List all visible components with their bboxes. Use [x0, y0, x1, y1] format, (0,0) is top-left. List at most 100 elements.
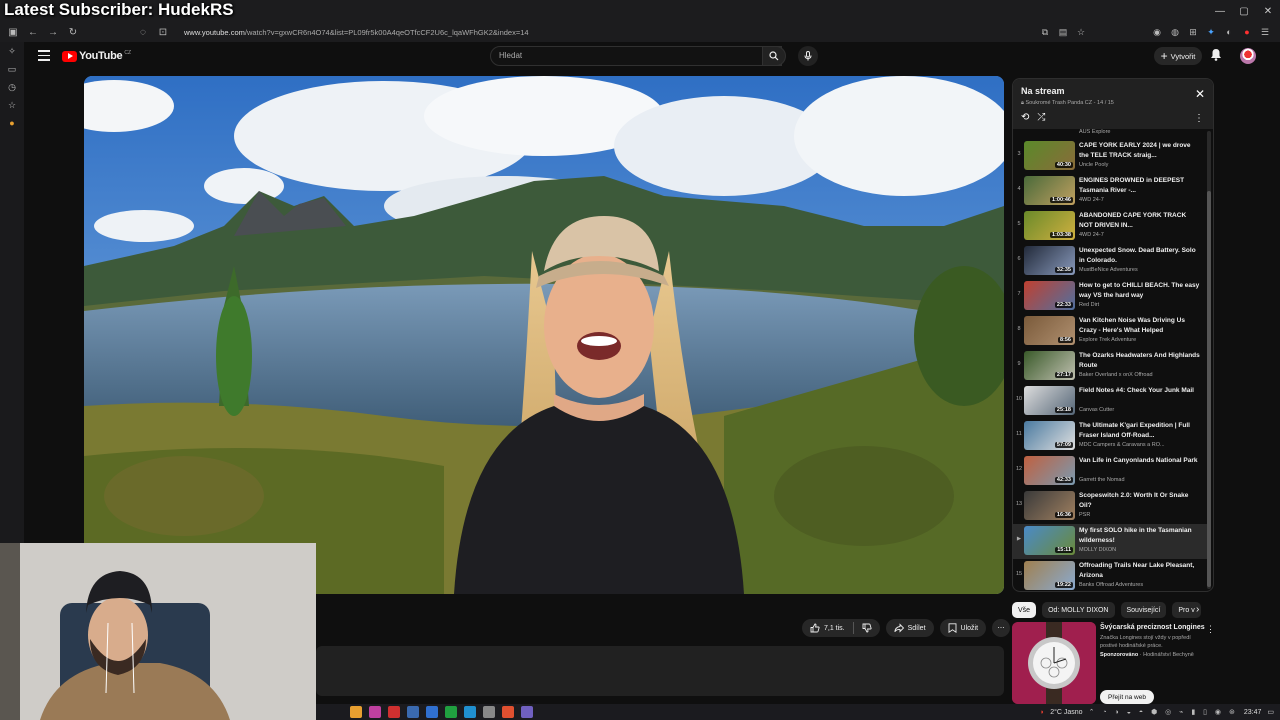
wallet-icon[interactable]: ● — [0, 118, 24, 136]
bookmark-icon[interactable]: ☆ — [1076, 27, 1086, 38]
playlist-item-thumbnail[interactable]: 57:09 — [1024, 421, 1075, 450]
sidebar-toggle-icon[interactable]: ▣ — [6, 27, 20, 38]
playlist-item[interactable]: 4 1:00:46 ENGINES DROWNED in DEEPEST Tasma… — [1013, 174, 1207, 209]
taskbar-app-icon[interactable] — [483, 706, 495, 718]
clock[interactable]: 23:47 — [1244, 709, 1262, 716]
playlist-scrollbar[interactable] — [1207, 131, 1211, 589]
notifications-icon[interactable]: ▭ — [1267, 708, 1274, 716]
forward-icon[interactable]: → — [46, 27, 60, 38]
close-playlist-icon[interactable]: ✕ — [1195, 87, 1205, 101]
playlist-item[interactable]: 6 32:35 Unexpected Snow. Dead Battery. Sol… — [1013, 244, 1207, 279]
maximize-icon[interactable]: ▢ — [1232, 0, 1256, 22]
playlist-item-title[interactable]: Scopeswitch 2.0: Worth It Or Snake Oil? — [1079, 491, 1201, 511]
ad-more-icon[interactable]: ⋮ — [1206, 624, 1215, 635]
playlist-item-title[interactable]: The Ozarks Headwaters And Highlands Rout… — [1079, 351, 1201, 371]
taskbar-app-icon[interactable] — [521, 706, 533, 718]
playlist-item-title[interactable]: ABANDONED CAPE YORK TRACK NOT DRIVEN IN.… — [1079, 211, 1201, 231]
thumbs-down-icon[interactable] — [862, 623, 872, 633]
account-avatar[interactable] — [1240, 48, 1256, 64]
playlist-item-thumbnail[interactable]: 1:00:46 — [1024, 176, 1075, 205]
playlist-item[interactable]: 11 57:09 The Ultimate K'gari Expedition | … — [1013, 419, 1207, 454]
taskbar-app-icon[interactable] — [407, 706, 419, 718]
taskbar-app-icon[interactable] — [445, 706, 457, 718]
playlist-item-thumbnail[interactable]: 1:03:38 — [1024, 211, 1075, 240]
search-input[interactable]: Hledat — [490, 46, 782, 66]
playlist-item[interactable]: 5 1:03:38 ABANDONED CAPE YORK TRACK NOT DR… — [1013, 209, 1207, 244]
save-button[interactable]: Uložit — [939, 619, 987, 637]
taskbar-app-icon[interactable] — [369, 706, 381, 718]
playlist-item[interactable]: 9 27:17 The Ozarks Headwaters And Highland… — [1013, 349, 1207, 384]
playlist-item-title[interactable]: My first SOLO hike in the Tasmanian wild… — [1079, 526, 1201, 546]
bookmarks-icon[interactable]: ▭ — [0, 64, 24, 82]
search-button[interactable] — [762, 46, 786, 66]
extension-icon[interactable]: ● — [1242, 27, 1252, 37]
create-button[interactable]: + Vytvořit — [1154, 47, 1202, 65]
tray-icons[interactable]: ⌃ ◔ ◑ ◒ ◓ ⬢ ◎ ⌁ ▮ ▯ ◉ ⊛ — [1089, 708, 1238, 716]
youtube-logo[interactable]: YouTube CZ — [62, 50, 131, 62]
playlist-item-title[interactable]: Van Kitchen Noise Was Driving Us Crazy -… — [1079, 316, 1201, 336]
notifications-bell-icon[interactable] — [1210, 48, 1222, 66]
loop-icon[interactable]: ⟲ — [1021, 112, 1029, 123]
extension-icon[interactable]: ◐ — [1224, 27, 1234, 37]
playlist-item[interactable]: 12 42:33 Van Life in Canyonlands National … — [1013, 454, 1207, 489]
screenshot-icon[interactable]: ⧉ — [1040, 27, 1050, 38]
playlist-item[interactable]: ▶ 15:11 My first SOLO hike in the Tasmania… — [1013, 524, 1207, 559]
extension-icon[interactable]: ✦ — [1206, 27, 1216, 38]
playlist-item-thumbnail[interactable]: 42:33 — [1024, 456, 1075, 485]
playlist-item[interactable]: 7 22:33 How to get to CHILLI BEACH. The ea… — [1013, 279, 1207, 314]
minimize-icon[interactable]: — — [1208, 0, 1232, 22]
share-button[interactable]: Sdílet — [885, 619, 934, 637]
playlist-item-thumbnail[interactable]: 8:56 — [1024, 316, 1075, 345]
taskbar-app-icon[interactable] — [426, 706, 438, 718]
playlist-item-title[interactable]: CAPE YORK EARLY 2024 | we drove the TELE… — [1079, 141, 1201, 161]
filter-chip[interactable]: Od: MOLLY DIXON — [1042, 602, 1115, 618]
playlist-item-title[interactable]: Unexpected Snow. Dead Battery. Solo in C… — [1079, 246, 1201, 266]
weather-icon[interactable]: ◗ — [1040, 709, 1044, 716]
ai-icon[interactable]: ✧ — [0, 46, 24, 64]
playlist-owner[interactable]: Trash Panda CZ — [1052, 100, 1092, 106]
video-player[interactable] — [84, 76, 1004, 594]
playlist-item-thumbnail[interactable]: 19:22 — [1024, 561, 1075, 590]
description-box[interactable] — [316, 646, 1004, 696]
taskbar-app-icon[interactable] — [388, 706, 400, 718]
reload-icon[interactable]: ↻ — [66, 27, 80, 38]
playlist-item-thumbnail[interactable]: 16:36 — [1024, 491, 1075, 520]
ad-thumbnail[interactable] — [1012, 622, 1096, 704]
playlist-item[interactable]: 10 25:18 Field Notes #4: Check Your Junk M… — [1013, 384, 1207, 419]
ad-cta-button[interactable]: Přejít na web — [1100, 690, 1154, 704]
ad-title[interactable]: Švýcarská preciznost Longines — [1100, 624, 1205, 631]
playlist-item-thumbnail[interactable]: 40:30 — [1024, 141, 1075, 170]
playlist-item[interactable]: 15 19:22 Offroading Trails Near Lake Pleas… — [1013, 559, 1207, 591]
close-icon[interactable]: ✕ — [1256, 0, 1280, 22]
playlist-item[interactable]: 13 16:36 Scopeswitch 2.0: Worth It Or Snak… — [1013, 489, 1207, 524]
extension-icon[interactable]: ◍ — [1170, 27, 1180, 38]
playlist-item-thumbnail[interactable]: 15:11 — [1024, 526, 1075, 555]
more-actions-button[interactable]: ⋯ — [992, 619, 1011, 637]
playlist-item-title[interactable]: Offroading Trails Near Lake Pleasant, Ar… — [1079, 561, 1201, 581]
taskbar-app-icon[interactable] — [350, 706, 362, 718]
lock-icon[interactable]: ⊡ — [156, 27, 170, 38]
playlist-item-thumbnail[interactable]: 25:18 — [1024, 386, 1075, 415]
shield-icon[interactable]: ◌ — [136, 27, 150, 38]
reader-icon[interactable]: ▤ — [1058, 27, 1068, 38]
like-button[interactable]: 7,1 tis. — [802, 619, 880, 637]
shuffle-icon[interactable]: ⤮ — [1037, 112, 1045, 123]
menu-icon[interactable]: ☰ — [1260, 27, 1270, 38]
hamburger-menu-icon[interactable] — [38, 50, 50, 62]
playlist-item-thumbnail[interactable]: 32:35 — [1024, 246, 1075, 275]
playlist-item-title[interactable]: ENGINES DROWNED in DEEPEST Tasmania Rive… — [1079, 176, 1201, 196]
playlist-item[interactable]: 3 40:30 CAPE YORK EARLY 2024 | we drove th… — [1013, 139, 1207, 174]
url-field[interactable]: www.youtube.com/watch?v=gxwCR6n4O74&list… — [184, 28, 529, 37]
extension-icon[interactable]: ⊞ — [1188, 27, 1198, 38]
taskbar-app-icon[interactable] — [464, 706, 476, 718]
playlist-title[interactable]: Na stream — [1021, 86, 1065, 96]
back-icon[interactable]: ← — [26, 27, 40, 38]
weather-text[interactable]: 2°C Jasno — [1050, 709, 1082, 716]
extension-icon[interactable]: ◉ — [1152, 27, 1162, 38]
more-vertical-icon[interactable]: ⋮ — [1194, 113, 1204, 124]
playlist-item[interactable]: 8 8:56 Van Kitchen Noise Was Driving Us Cr… — [1013, 314, 1207, 349]
playlist-item-thumbnail[interactable]: 27:17 — [1024, 351, 1075, 380]
filter-chip[interactable]: Související — [1120, 602, 1167, 618]
favorites-icon[interactable]: ☆ — [0, 100, 24, 118]
playlist-item-thumbnail[interactable]: 22:33 — [1024, 281, 1075, 310]
